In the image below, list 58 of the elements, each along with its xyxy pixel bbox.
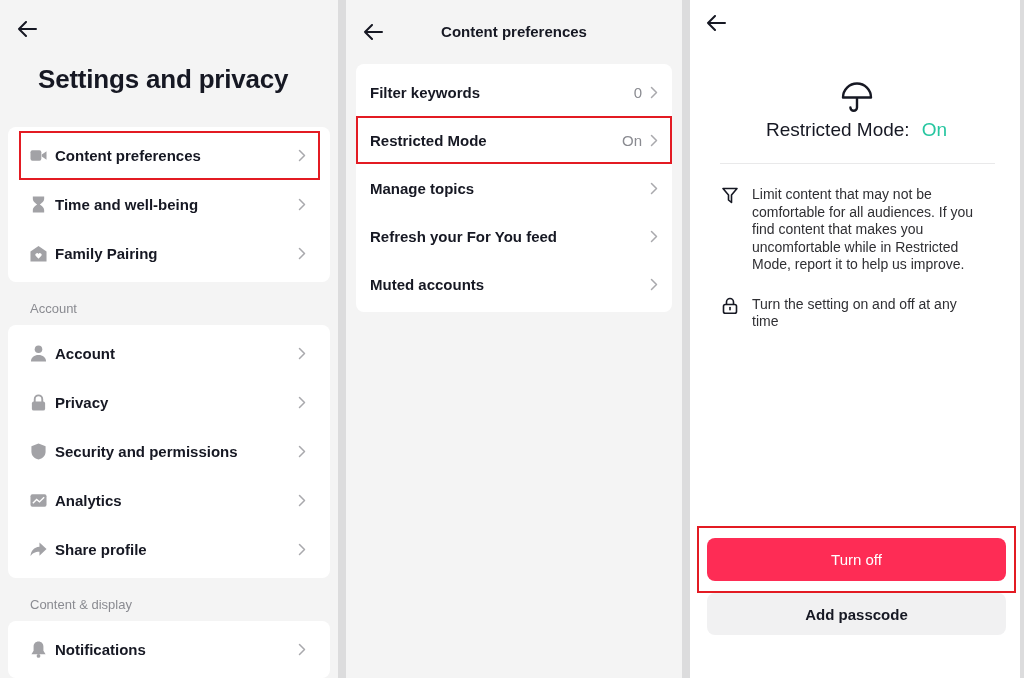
lock-icon: [722, 296, 738, 314]
menu-item[interactable]: Content preferences: [19, 131, 320, 180]
item-value: 0: [633, 83, 642, 101]
menu-item[interactable]: Time and well-being: [19, 180, 320, 229]
bell-icon: [30, 641, 47, 658]
chevron-icon: [298, 347, 306, 360]
back-arrow-icon: [706, 15, 726, 31]
back-arrow-icon: [363, 24, 383, 40]
menu-item[interactable]: Muted accounts: [356, 260, 672, 308]
chevron-icon: [298, 149, 306, 162]
section-heading: Account: [30, 301, 78, 317]
info-text: Limit content that may not be comfortable for all audiences. If you find content that makes you uncomfortable while in Restricted Mode, report it to help us improve.: [752, 186, 974, 274]
secondary-button[interactable]: Add passcode: [707, 593, 1006, 635]
video-camera-icon: [30, 147, 47, 164]
menu-item[interactable]: Privacy: [19, 378, 320, 427]
menu-item[interactable]: Family Pairing: [19, 229, 320, 278]
hourglass-icon: [30, 196, 47, 213]
chevron-icon: [650, 85, 658, 99]
house-icon: [30, 245, 47, 262]
chevron-icon: [298, 543, 306, 556]
mode-status: On: [921, 119, 947, 141]
menu-item[interactable]: Filter keywords 0: [356, 68, 672, 116]
menu-item[interactable]: Security and permissions: [19, 427, 320, 476]
chevron-icon: [298, 247, 306, 260]
page-title: Content preferences: [441, 22, 587, 40]
menu-item[interactable]: Refresh your For You feed: [356, 212, 672, 260]
menu-item[interactable]: Account: [19, 329, 320, 378]
chevron-icon: [298, 445, 306, 458]
chevron-icon: [650, 181, 658, 195]
back-button[interactable]: [17, 21, 37, 37]
info-text: Turn the setting on and off at any time: [752, 295, 958, 331]
menu-item[interactable]: Notifications: [19, 625, 320, 674]
chevron-icon: [650, 229, 658, 243]
mode-heading: Restricted Mode:: [766, 119, 910, 141]
chevron-icon: [298, 494, 306, 507]
menu-item[interactable]: Restricted Mode On: [356, 116, 672, 164]
chevron-icon: [298, 396, 306, 409]
chevron-icon: [298, 643, 306, 656]
page-title: Settings and privacy: [38, 64, 290, 94]
share-arrow-icon: [30, 541, 47, 558]
back-arrow-icon: [17, 21, 37, 37]
filter-icon: [722, 187, 738, 204]
section-heading: Content & display: [30, 597, 133, 613]
lock-icon: [30, 394, 47, 411]
menu-item[interactable]: Analytics: [19, 476, 320, 525]
person-icon: [30, 345, 47, 362]
chevron-icon: [650, 133, 658, 147]
chevron-icon: [298, 198, 306, 211]
umbrella-icon: [840, 82, 873, 114]
menu-item[interactable]: Manage topics: [356, 164, 672, 212]
back-button[interactable]: [363, 24, 383, 40]
chevron-icon: [650, 277, 658, 291]
item-value: On: [622, 131, 642, 149]
menu-item[interactable]: Share profile: [19, 525, 320, 574]
primary-button[interactable]: Turn off: [707, 538, 1006, 581]
chart-icon: [30, 492, 47, 509]
back-button[interactable]: [706, 15, 726, 31]
shield-icon: [30, 443, 47, 460]
